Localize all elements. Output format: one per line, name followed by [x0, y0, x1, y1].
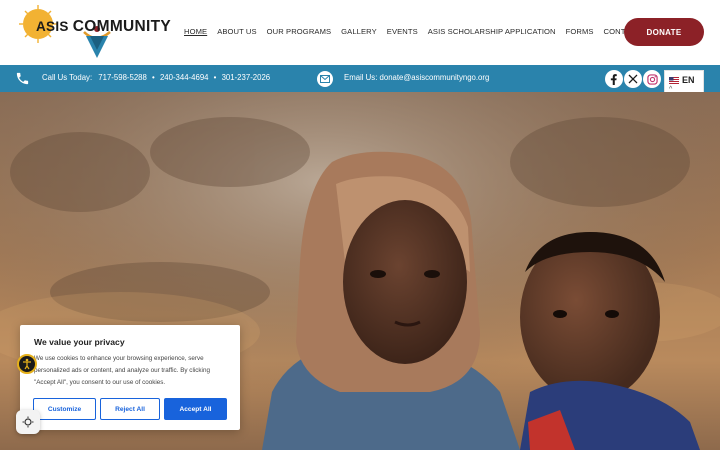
- reject-all-button[interactable]: Reject All: [100, 398, 160, 420]
- site-header: ASIS COMMUNITY HOME ABOUT US OUR PROGRAM…: [0, 0, 720, 65]
- contact-bar: Call Us Today: 717-598-5288 • 240-344-46…: [0, 65, 720, 92]
- logo-wordmark: ASIS COMMUNITY: [36, 18, 171, 36]
- email-link[interactable]: donate@asiscommunityngo.org: [380, 73, 490, 82]
- phone-number-3[interactable]: 301-237-2026: [222, 73, 271, 82]
- instagram-icon[interactable]: [643, 70, 661, 88]
- main-nav: HOME ABOUT US OUR PROGRAMS GALLERY EVENT…: [184, 27, 663, 36]
- nav-scholarship-application[interactable]: ASIS SCHOLARSHIP APPLICATION: [428, 27, 556, 36]
- accept-all-button[interactable]: Accept All: [164, 398, 227, 420]
- donate-button[interactable]: DONATE: [624, 18, 704, 46]
- email-label: Email Us:: [344, 73, 378, 82]
- phone-number-2[interactable]: 240-344-4694: [160, 73, 209, 82]
- cookie-settings-icon[interactable]: [16, 410, 40, 434]
- bullet-separator: •: [213, 73, 217, 82]
- nav-events[interactable]: EVENTS: [387, 27, 418, 36]
- logo-text-asis: ASIS: [36, 19, 69, 34]
- customize-button[interactable]: Customize: [33, 398, 96, 420]
- language-code: EN: [682, 75, 695, 85]
- us-flag-icon: [669, 77, 679, 84]
- site-logo[interactable]: ASIS COMMUNITY: [14, 4, 171, 60]
- accessibility-icon[interactable]: [17, 354, 37, 374]
- nav-gallery[interactable]: GALLERY: [341, 27, 377, 36]
- cookie-title: We value your privacy: [34, 337, 125, 347]
- logo-text-community: COMMUNITY: [72, 18, 172, 35]
- email-icon: [317, 71, 333, 87]
- cookie-description: We use cookies to enhance your browsing …: [34, 355, 210, 386]
- nav-home[interactable]: HOME: [184, 27, 207, 36]
- nav-about-us[interactable]: ABOUT US: [217, 27, 256, 36]
- x-icon[interactable]: [624, 70, 642, 88]
- email-info: Email Us: donate@asiscommunityngo.org: [344, 73, 489, 82]
- bullet-separator: •: [152, 73, 155, 82]
- cookie-consent-banner: We value your privacy We use cookies to …: [20, 325, 240, 430]
- facebook-icon[interactable]: [605, 70, 623, 88]
- nav-forms[interactable]: FORMS: [566, 27, 594, 36]
- nav-our-programs[interactable]: OUR PROGRAMS: [267, 27, 332, 36]
- phone-icon: [15, 71, 30, 86]
- phone-number-1[interactable]: 717-598-5288: [98, 73, 147, 82]
- call-label: Call Us Today:: [42, 73, 93, 82]
- call-info: Call Us Today: 717-598-5288 • 240-344-46…: [42, 73, 270, 82]
